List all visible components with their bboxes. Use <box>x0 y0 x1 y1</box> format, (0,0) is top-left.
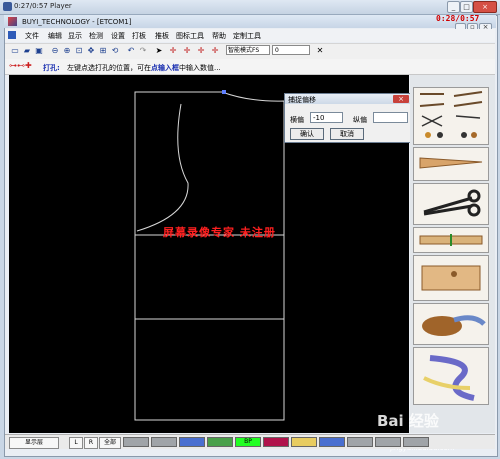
player-titlebar <box>0 0 500 15</box>
zoom-out-icon[interactable]: ⊖ <box>50 46 60 56</box>
layer-color-swatch[interactable]: BP <box>235 437 261 447</box>
menu-help[interactable]: 帮助 <box>212 31 226 41</box>
menu-bar: 文件 编辑 显示 检测 设置 打板 推板 图标工具 帮助 定制工具 <box>5 29 495 42</box>
new-file-icon[interactable]: ▭ <box>10 46 20 56</box>
tool-card-basic-tools[interactable] <box>413 87 489 145</box>
layer-color-swatch[interactable] <box>291 437 317 447</box>
baidu-jingyan-logo: Bai 经验 <box>377 412 439 430</box>
point-tool-4-icon[interactable]: ✛ <box>210 46 220 56</box>
hint-text-before: 左键点选打孔的位置，可在 <box>67 64 151 72</box>
undo-icon[interactable]: ↶ <box>126 46 136 56</box>
menu-icon-tools[interactable]: 图标工具 <box>176 31 204 41</box>
fit-icon[interactable]: ⊞ <box>98 46 108 56</box>
snap-offset-dialog: 捕捉偏移 × 横偏 -10 纵偏 确认 取消 <box>284 93 414 143</box>
curve-ruler-icon <box>423 355 475 401</box>
sewing-basket-icon <box>422 315 486 336</box>
dialog-close-button[interactable]: × <box>393 95 409 103</box>
tool-panel <box>410 75 495 433</box>
open-folder-icon[interactable]: ▰ <box>22 46 32 56</box>
menu-pattern[interactable]: 打板 <box>132 31 146 41</box>
vertical-offset-input[interactable] <box>373 112 408 123</box>
menu-view[interactable]: 显示 <box>68 31 82 41</box>
player-minimize-button[interactable]: _ <box>447 1 460 13</box>
menu-grading[interactable]: 推板 <box>155 31 169 41</box>
vertical-offset-label: 纵偏 <box>353 116 367 124</box>
layer-color-swatch[interactable] <box>375 437 401 447</box>
drawing-tools-icon <box>419 91 483 138</box>
tool-card-curve-ruler[interactable] <box>413 347 489 405</box>
dialog-ok-button[interactable]: 确认 <box>290 128 324 140</box>
pan-icon[interactable]: ✥ <box>86 46 96 56</box>
tool-card-ruler[interactable] <box>413 147 489 181</box>
layer-left-button[interactable]: L <box>69 437 83 449</box>
hint-tool-name: 打孔: <box>43 64 60 72</box>
layer-color-swatch[interactable] <box>347 437 373 447</box>
layer-color-swatch[interactable] <box>403 437 429 447</box>
player-close-button[interactable]: × <box>473 1 497 13</box>
close-x-icon[interactable]: ✕ <box>315 46 325 56</box>
tool-card-pleat[interactable] <box>413 227 489 253</box>
ruler-icon <box>419 157 483 169</box>
redo-icon[interactable]: ↷ <box>138 46 148 56</box>
player-app-icon <box>3 2 12 11</box>
hint-text-after: 中输入数值... <box>179 64 221 72</box>
layer-color-swatch[interactable] <box>179 437 205 447</box>
dialog-title: 捕捉偏移 <box>288 96 316 104</box>
app-title: BUYI_TECHNOLOGY - [ETCOM1] <box>22 18 132 26</box>
recorder-watermark: 屏幕录像专家 未注册 <box>163 226 276 239</box>
layer-right-button[interactable]: R <box>84 437 98 449</box>
tool-card-basket[interactable] <box>413 303 489 345</box>
hint-text: 左键点选打孔的位置，可在点输入框中输入数值... <box>67 63 221 73</box>
zoom-in-icon[interactable]: ⊕ <box>62 46 72 56</box>
layer-color-swatch[interactable] <box>123 437 149 447</box>
tool-card-pattern-piece[interactable] <box>413 255 489 301</box>
pattern-piece-icon <box>421 265 481 291</box>
punch-tool-icon: ⊶⊷✚ <box>9 61 32 70</box>
layer-status-bar: 显示层 L R 全部 BP <box>5 434 495 449</box>
layer-all-button[interactable]: 全部 <box>99 437 121 449</box>
point-tool-2-icon[interactable]: ✛ <box>182 46 192 56</box>
layer-display-button[interactable]: 显示层 <box>9 437 59 449</box>
hint-bar: ⊶⊷✚ 打孔: 左键点选打孔的位置，可在点输入框中输入数值... <box>5 59 495 75</box>
save-icon[interactable]: ▣ <box>34 46 44 56</box>
horizontal-offset-input[interactable]: -10 <box>310 112 343 123</box>
layer-color-swatch[interactable] <box>319 437 345 447</box>
zoom-window-icon[interactable]: ⊡ <box>74 46 84 56</box>
menu-settings[interactable]: 设置 <box>111 31 125 41</box>
horizontal-offset-label: 横偏 <box>290 116 304 124</box>
recording-timer: 0:28/0:57 <box>436 14 480 23</box>
snap-mode-select[interactable]: 智能模式FS <box>226 45 270 55</box>
scissors-icon <box>423 189 481 217</box>
pleat-icon <box>419 234 483 246</box>
player-title: 0:27/0:57 Player <box>14 2 72 10</box>
player-maximize-button[interactable]: □ <box>460 1 473 13</box>
shoulder-point-marker <box>222 90 226 94</box>
snap-value-input[interactable]: 0 <box>272 45 310 55</box>
menu-edit[interactable]: 编辑 <box>48 31 62 41</box>
menu-custom-tools[interactable]: 定制工具 <box>233 31 261 41</box>
refresh-icon[interactable]: ⟲ <box>110 46 120 56</box>
dialog-cancel-button[interactable]: 取消 <box>330 128 364 140</box>
pattern-outline <box>134 91 285 421</box>
point-tool-1-icon[interactable]: ✛ <box>168 46 178 56</box>
layer-color-swatch[interactable] <box>207 437 233 447</box>
hint-text-highlight: 点输入框 <box>151 64 179 72</box>
app-icon <box>8 17 17 26</box>
menu-file[interactable]: 文件 <box>25 31 39 41</box>
point-tool-3-icon[interactable]: ✛ <box>196 46 206 56</box>
layer-color-swatch[interactable] <box>151 437 177 447</box>
armhole-curve <box>136 103 189 232</box>
dialog-titlebar: 捕捉偏移 × <box>285 94 413 104</box>
menu-check[interactable]: 检测 <box>89 31 103 41</box>
menu-doc-icon <box>8 31 16 39</box>
tool-card-scissors[interactable] <box>413 183 489 225</box>
select-arrow-icon[interactable]: ➤ <box>154 46 164 56</box>
layer-color-swatch[interactable] <box>263 437 289 447</box>
